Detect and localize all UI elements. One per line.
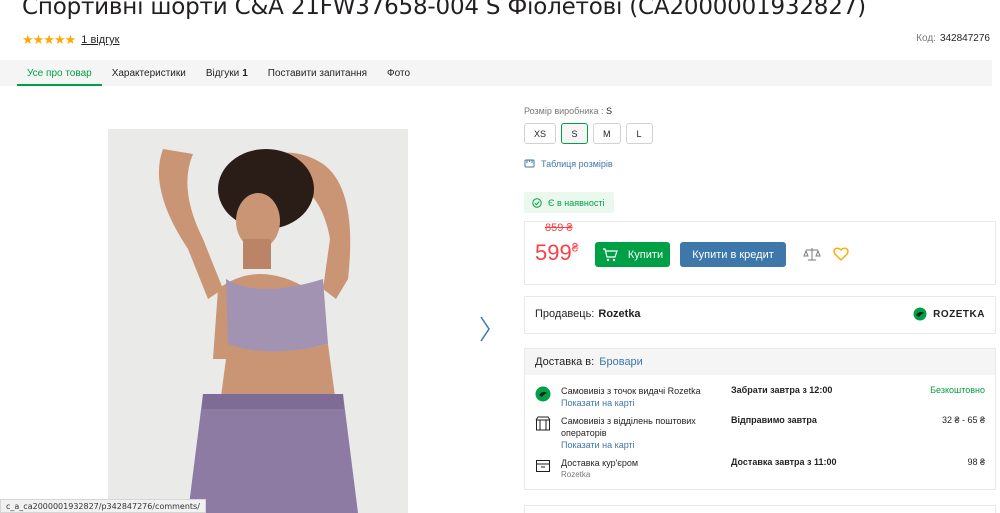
product-photo[interactable] — [108, 129, 408, 513]
size-option-xs[interactable]: XS — [524, 123, 557, 144]
tab-photo[interactable]: Фото — [377, 60, 420, 86]
tab-ask-question[interactable]: Поставити запитання — [258, 60, 377, 86]
product-tabs: Усе про товар Характеристики Відгуки 1 По… — [0, 60, 992, 86]
buy-box: 859 ₴ 599₴ Купити Купити в кредит — [524, 221, 996, 285]
delivery-header: Доставка в: Бровари — [525, 349, 995, 375]
tab-label: Поставити запитання — [267, 68, 368, 79]
delivery-city-link[interactable]: Бровари — [599, 356, 643, 368]
seller-info: Продавець: Rozetka — [535, 308, 641, 320]
cart-icon — [602, 247, 618, 261]
size-label-text: Розмір виробника : — [524, 106, 604, 116]
product-code-value: 342847276 — [939, 33, 990, 44]
tab-reviews[interactable]: Відгуки 1 — [196, 60, 258, 86]
courier-icon — [536, 460, 550, 472]
delivery-option-price: Безкоштовно — [930, 385, 985, 395]
size-table-link[interactable]: Таблиця розмірів — [524, 158, 613, 169]
seller-label: Продавець: — [535, 308, 595, 320]
tab-label: Фото — [387, 68, 411, 79]
seller-box: Продавець: Rozetka ROZETKA — [524, 296, 996, 334]
delivery-option-title: Доставка кур'єром — [561, 458, 639, 468]
product-photo-illustration — [108, 129, 408, 513]
show-on-map-link[interactable]: Показати на карті — [561, 397, 711, 409]
rozetka-logo-text: ROZETKA — [933, 308, 985, 320]
tab-label: Усе про товар — [27, 68, 92, 79]
delivery-option-name: Самовивіз з точок видачі Rozetka Показат… — [561, 385, 711, 409]
delivery-option-time: Відправимо завтра — [731, 415, 817, 425]
next-section-box — [524, 505, 996, 513]
rozetka-logo-icon — [913, 307, 927, 321]
size-label: Розмір виробника : S — [524, 106, 612, 116]
delivery-option-time: Забрати завтра з 12:00 — [731, 385, 833, 395]
size-option-m[interactable]: M — [593, 123, 621, 144]
delivery-option-name: Доставка кур'єром Rozetka — [561, 457, 711, 481]
show-on-map-link[interactable]: Показати на карті — [561, 439, 711, 451]
product-title: Спортивні шорти C&A 21FW37658-004 S Фіол… — [22, 0, 866, 20]
delivery-option-price: 32 ₴ - 65 ₴ — [941, 415, 985, 425]
browser-status-url: c_a_ca2000001932827/p342847276/comments/ — [0, 499, 206, 513]
current-price: 599₴ — [535, 240, 578, 266]
price-currency: ₴ — [571, 240, 579, 255]
size-table-label: Таблиця розмірів — [541, 158, 613, 169]
delivery-label: Доставка в: — [535, 356, 595, 368]
rozetka-pickup-icon — [535, 386, 551, 402]
tab-count: 1 — [242, 68, 248, 79]
size-selected: S — [605, 106, 612, 116]
buy-credit-button[interactable]: Купити в кредит — [680, 242, 786, 267]
rating: ★★★★★ 1 відгук — [22, 32, 120, 48]
delivery-option-title: Самовивіз з точок видачі Rozetka — [561, 386, 701, 396]
buy-button[interactable]: Купити — [595, 242, 670, 267]
tab-label: Відгуки — [205, 68, 240, 79]
next-photo-arrow-icon[interactable] — [478, 315, 492, 343]
seller-name[interactable]: Rozetka — [598, 308, 640, 320]
product-code-label: Код: — [916, 33, 936, 44]
price-value: 599 — [535, 240, 572, 265]
tab-all-about[interactable]: Усе про товар — [17, 60, 102, 86]
ruler-icon — [524, 159, 535, 168]
reviews-link[interactable]: 1 відгук — [81, 34, 119, 46]
buy-button-label: Купити — [627, 248, 664, 261]
stock-label: Є в наявності — [548, 197, 605, 208]
check-circle-icon — [532, 197, 542, 208]
size-options: XS S M L — [524, 123, 653, 144]
post-office-icon — [535, 416, 551, 431]
old-price: 859 ₴ — [545, 222, 573, 234]
size-option-s[interactable]: S — [561, 123, 589, 144]
delivery-option-name: Самовивіз з відділень поштових операторі… — [561, 415, 711, 451]
heart-icon[interactable] — [833, 247, 849, 261]
delivery-option-price: 98 ₴ — [967, 457, 985, 467]
stock-status: Є в наявності — [524, 192, 615, 213]
delivery-box: Доставка в: Бровари Самовивіз з точок ви… — [524, 348, 996, 490]
size-option-l[interactable]: L — [625, 123, 653, 144]
tab-characteristics[interactable]: Характеристики — [102, 60, 196, 86]
rozetka-logo: ROZETKA — [913, 307, 985, 321]
rating-stars: ★★★★★ — [22, 32, 76, 47]
product-code: Код: 342847276 — [916, 33, 990, 44]
delivery-option-time: Доставка завтра з 11:00 — [731, 457, 837, 467]
compare-scales-icon[interactable] — [803, 246, 821, 262]
tab-label: Характеристики — [111, 68, 186, 79]
delivery-option-title: Самовивіз з відділень поштових операторі… — [561, 416, 696, 438]
courier-provider: Rozetka — [561, 470, 591, 479]
